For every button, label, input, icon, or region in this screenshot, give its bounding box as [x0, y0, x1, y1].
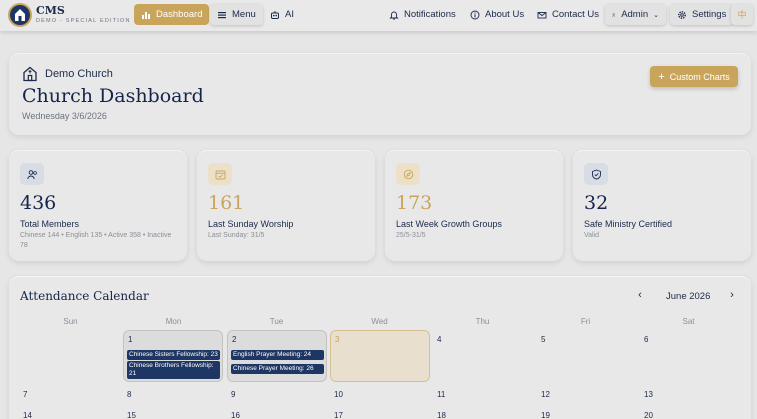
stat-label: Safe Ministry Certified — [584, 219, 673, 229]
day-number[interactable]: 5 — [541, 335, 545, 344]
nav-about-button[interactable]: About Us — [463, 4, 531, 25]
top-nav: CMS DEMO - SPECIAL EDITION Dashboard Men… — [0, 0, 757, 31]
stat-value: 32 — [584, 192, 609, 214]
nav-about-label: About Us — [485, 9, 525, 20]
weekday-header: Sat — [682, 317, 695, 326]
envelope-icon — [537, 11, 547, 18]
nav-ai-label: AI — [285, 9, 294, 20]
day-number[interactable]: 9 — [231, 390, 235, 399]
day-number[interactable]: 16 — [231, 411, 240, 419]
calendar-day[interactable]: 1 Chinese Sisters Fellowship: 23 Chinese… — [123, 330, 223, 382]
language-toggle-button[interactable]: 中 — [731, 4, 753, 25]
church-name: Demo Church — [45, 68, 113, 80]
nav-dashboard-button[interactable]: Dashboard — [134, 4, 210, 25]
custom-charts-button[interactable]: + Custom Charts — [650, 66, 738, 87]
stat-subtext: Valid — [584, 232, 600, 239]
day-number[interactable]: 20 — [644, 411, 653, 419]
stat-card-total-members[interactable]: 436 Total Members Chinese 144 • English … — [9, 150, 187, 261]
chevron-down-icon: ⌄ — [653, 11, 659, 19]
dashboard-header-card: Demo Church Church Dashboard Wednesday 3… — [9, 53, 751, 135]
day-number[interactable]: 10 — [334, 390, 343, 399]
current-date: Wednesday 3/6/2026 — [22, 111, 107, 121]
stat-card-safe-ministry[interactable]: 32 Safe Ministry Certified Valid — [573, 150, 751, 261]
day-number: 3 — [335, 335, 340, 344]
page-title: Church Dashboard — [22, 85, 204, 107]
calendar-month-label: June 2026 — [666, 291, 711, 302]
compass-icon — [396, 163, 420, 185]
user-cog-icon — [612, 12, 616, 17]
day-number[interactable]: 13 — [644, 390, 653, 399]
chevron-right-icon[interactable]: › — [725, 288, 739, 302]
attendance-event[interactable]: Chinese Brothers Fellowship: 21 — [127, 361, 220, 379]
chevron-left-icon[interactable]: ‹ — [633, 288, 647, 302]
app-subtitle: DEMO - SPECIAL EDITION — [36, 18, 131, 24]
custom-charts-label: Custom Charts — [669, 71, 730, 82]
hamburger-icon — [218, 11, 226, 18]
calendar-check-icon — [208, 163, 232, 185]
stat-subtext: Last Sunday: 31/5 — [208, 232, 265, 239]
nav-menu-button[interactable]: Menu — [210, 4, 263, 25]
gear-icon — [678, 10, 686, 19]
day-number: 2 — [232, 335, 237, 344]
calendar-day-today[interactable]: 3 — [330, 330, 430, 382]
bar-chart-icon — [142, 11, 150, 19]
users-icon — [20, 163, 44, 185]
nav-dashboard-label: Dashboard — [156, 9, 203, 20]
day-number[interactable]: 4 — [437, 335, 441, 344]
stat-card-last-sunday-worship[interactable]: 161 Last Sunday Worship Last Sunday: 31/… — [197, 150, 375, 261]
attendance-calendar: Attendance Calendar ‹ June 2026 › Sun Mo… — [9, 276, 751, 419]
stat-label: Last Sunday Worship — [208, 219, 294, 229]
nav-menu-label: Menu — [232, 9, 256, 20]
stat-value: 161 — [208, 192, 245, 214]
day-number[interactable]: 12 — [541, 390, 550, 399]
weekday-header: Sun — [63, 317, 78, 326]
plus-icon: + — [658, 70, 665, 83]
stat-subtext: Chinese 144 • English 135 • Active 358 •… — [20, 232, 172, 249]
shield-check-icon — [584, 163, 608, 185]
weekday-header: Thu — [475, 317, 490, 326]
stat-label: Total Members — [20, 219, 80, 229]
stat-card-growth-groups[interactable]: 173 Last Week Growth Groups 25/5-31/5 — [385, 150, 563, 261]
attendance-event[interactable]: English Prayer Meeting: 24 — [231, 350, 324, 360]
stat-subtext: 25/5-31/5 — [396, 232, 426, 239]
church-logo-icon[interactable] — [8, 3, 32, 27]
nav-settings-button[interactable]: Settings — [670, 4, 734, 25]
nav-notifications-button[interactable]: Notifications — [382, 4, 463, 25]
nav-notifications-label: Notifications — [404, 9, 456, 20]
day-number[interactable]: 19 — [541, 411, 550, 419]
day-number[interactable]: 15 — [127, 411, 136, 419]
nav-ai-button[interactable]: AI — [263, 4, 301, 25]
day-number[interactable]: 6 — [644, 335, 648, 344]
day-number[interactable]: 7 — [23, 390, 27, 399]
nav-settings-label: Settings — [692, 9, 727, 20]
nav-contact-label: Contact Us — [552, 9, 599, 20]
app-title: CMS — [36, 4, 65, 17]
attendance-event[interactable]: Chinese Prayer Meeting: 26 — [231, 364, 324, 374]
day-number[interactable]: 17 — [334, 411, 343, 419]
calendar-day[interactable]: 2 English Prayer Meeting: 24 Chinese Pra… — [227, 330, 327, 382]
nav-admin-dropdown[interactable]: Admin ⌄ — [605, 4, 666, 25]
day-number: 1 — [128, 335, 133, 344]
day-number[interactable]: 8 — [127, 390, 131, 399]
stat-value: 173 — [396, 192, 433, 214]
calendar-title: Attendance Calendar — [20, 289, 149, 303]
attendance-event[interactable]: Chinese Sisters Fellowship: 23 — [127, 350, 220, 360]
day-number[interactable]: 14 — [23, 411, 32, 419]
info-icon — [470, 10, 480, 19]
stat-value: 436 — [20, 192, 57, 214]
weekday-header: Mon — [165, 317, 182, 326]
bell-icon — [389, 11, 399, 20]
stat-label: Last Week Growth Groups — [396, 219, 502, 229]
robot-icon — [271, 10, 279, 19]
nav-admin-label: Admin — [621, 9, 649, 20]
day-number[interactable]: 18 — [437, 411, 446, 419]
day-number[interactable]: 11 — [437, 390, 445, 399]
weekday-header: Tue — [269, 317, 284, 326]
church-icon — [23, 66, 37, 82]
weekday-header: Wed — [371, 317, 388, 326]
weekday-header: Fri — [580, 317, 591, 326]
nav-contact-button[interactable]: Contact Us — [530, 4, 606, 25]
